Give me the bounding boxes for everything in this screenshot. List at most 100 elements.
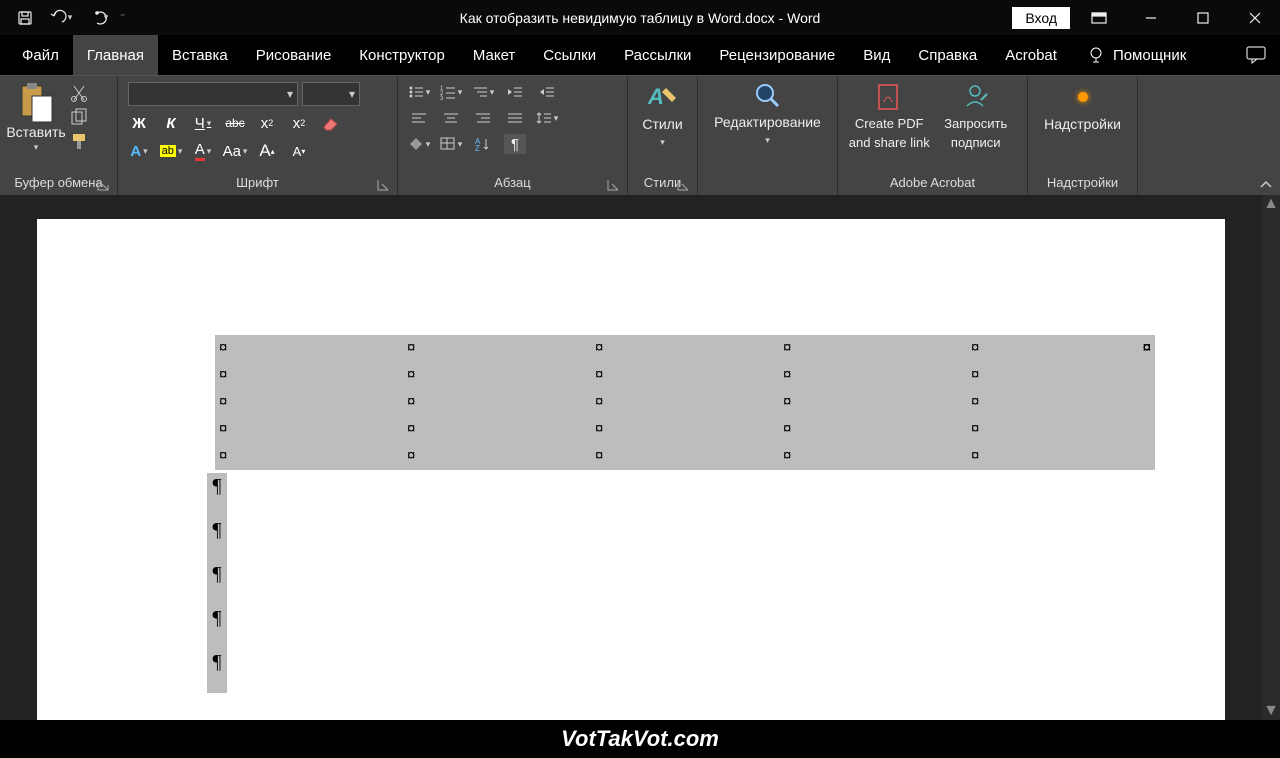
table-cell[interactable]: ¤	[967, 335, 1155, 362]
collapse-ribbon-icon[interactable]	[1258, 177, 1274, 193]
table-cell[interactable]: ¤	[215, 335, 403, 362]
show-hide-marks-button[interactable]: ¶	[504, 134, 526, 154]
tab-home[interactable]: Главная	[73, 35, 158, 75]
tab-design[interactable]: Конструктор	[345, 35, 459, 75]
align-center-button[interactable]	[440, 108, 462, 128]
table-cell[interactable]: ¤	[215, 362, 403, 389]
grow-font-button[interactable]: A▴	[256, 140, 278, 162]
change-case-button[interactable]: Aa	[224, 140, 246, 162]
tab-file[interactable]: Файл	[8, 35, 73, 75]
create-pdf-button[interactable]: Create PDF and share link	[848, 82, 931, 150]
editing-button[interactable]: Редактирование ▾	[702, 78, 833, 146]
increase-indent-button[interactable]	[536, 82, 558, 102]
tab-help[interactable]: Справка	[904, 35, 991, 75]
strikethrough-button[interactable]: abc	[224, 112, 246, 134]
paste-button[interactable]: Вставить ▾	[4, 78, 68, 153]
table-row[interactable]: ¤¤¤¤¤¤	[215, 389, 1155, 416]
request-signatures-button[interactable]: Запросить подписи	[935, 82, 1018, 150]
document-area[interactable]: ¤¤¤¤¤¤¤¤¤¤¤¤¤¤¤¤¤¤¤¤¤¤¤¤¤¤¤¤¤¤ ¶¶¶¶¶	[0, 195, 1262, 720]
dialog-launcher-icon[interactable]	[377, 179, 391, 193]
table-cell[interactable]: ¤	[779, 389, 967, 416]
align-left-button[interactable]	[408, 108, 430, 128]
tab-acrobat[interactable]: Acrobat	[991, 35, 1071, 75]
copy-icon[interactable]	[70, 108, 88, 126]
justify-button[interactable]	[504, 108, 526, 128]
bullets-button[interactable]	[408, 82, 430, 102]
sort-button[interactable]: AZ	[472, 134, 494, 154]
table-cell[interactable]: ¤	[779, 416, 967, 443]
italic-button[interactable]: К	[160, 112, 182, 134]
subscript-button[interactable]: x2	[256, 112, 278, 134]
numbering-button[interactable]: 123	[440, 82, 462, 102]
table-cell[interactable]: ¤	[591, 335, 779, 362]
table-cell[interactable]: ¤	[403, 443, 591, 470]
font-name-combo[interactable]: ▾	[128, 82, 298, 106]
maximize-button[interactable]	[1180, 3, 1226, 33]
styles-button[interactable]: A Стили ▾	[632, 78, 693, 148]
table-cell[interactable]: ¤	[591, 362, 779, 389]
dialog-launcher-icon[interactable]	[677, 179, 691, 193]
table-row[interactable]: ¤¤¤¤¤¤	[215, 335, 1155, 362]
shading-button[interactable]	[408, 134, 430, 154]
table-cell[interactable]: ¤	[779, 443, 967, 470]
table-cell[interactable]: ¤	[215, 416, 403, 443]
eraser-icon[interactable]	[320, 112, 342, 134]
table-cell[interactable]: ¤	[779, 335, 967, 362]
table-cell[interactable]: ¤	[403, 335, 591, 362]
tab-view[interactable]: Вид	[849, 35, 904, 75]
ribbon-display-options[interactable]	[1076, 3, 1122, 33]
table-row[interactable]: ¤¤¤¤¤¤	[215, 416, 1155, 443]
comments-button[interactable]	[1232, 35, 1280, 75]
format-painter-icon[interactable]	[70, 132, 88, 150]
minimize-button[interactable]	[1128, 3, 1174, 33]
table-cell[interactable]: ¤	[967, 443, 1155, 470]
table-cell[interactable]: ¤	[591, 389, 779, 416]
table-cell[interactable]: ¤	[403, 362, 591, 389]
table-row[interactable]: ¤¤¤¤¤¤	[215, 443, 1155, 470]
close-button[interactable]	[1232, 3, 1278, 33]
tell-me-search[interactable]: Помощник	[1071, 35, 1202, 75]
bold-button[interactable]: Ж	[128, 112, 150, 134]
table-cell[interactable]: ¤	[967, 416, 1155, 443]
tab-draw[interactable]: Рисование	[242, 35, 346, 75]
decrease-indent-button[interactable]	[504, 82, 526, 102]
text-effects-button[interactable]: A	[128, 140, 150, 162]
tab-mailings[interactable]: Рассылки	[610, 35, 705, 75]
multilevel-list-button[interactable]	[472, 82, 494, 102]
selected-table[interactable]: ¤¤¤¤¤¤¤¤¤¤¤¤¤¤¤¤¤¤¤¤¤¤¤¤¤¤¤¤¤¤	[215, 335, 1155, 470]
cut-icon[interactable]	[70, 84, 88, 102]
table-cell[interactable]: ¤	[591, 443, 779, 470]
superscript-button[interactable]: x2	[288, 112, 310, 134]
tab-insert[interactable]: Вставка	[158, 35, 242, 75]
table-row[interactable]: ¤¤¤¤¤¤	[215, 362, 1155, 389]
table-cell[interactable]: ¤	[215, 443, 403, 470]
font-color-button[interactable]: A	[192, 140, 214, 162]
addins-button[interactable]: Надстройки	[1032, 78, 1133, 133]
qat-customize[interactable]: ⁼	[116, 12, 129, 23]
underline-button[interactable]: Ч	[192, 112, 214, 134]
scroll-down-icon[interactable]: ▼	[1262, 702, 1280, 720]
table-cell[interactable]: ¤	[215, 389, 403, 416]
borders-button[interactable]	[440, 134, 462, 154]
highlight-button[interactable]: ab	[160, 140, 182, 162]
tab-layout[interactable]: Макет	[459, 35, 529, 75]
table-cell[interactable]: ¤	[403, 389, 591, 416]
scroll-up-icon[interactable]: ▲	[1262, 195, 1280, 213]
line-spacing-button[interactable]	[536, 108, 558, 128]
dialog-launcher-icon[interactable]	[97, 179, 111, 193]
dialog-launcher-icon[interactable]	[607, 179, 621, 193]
vertical-scrollbar[interactable]: ▲ ▼	[1262, 195, 1280, 720]
table-cell[interactable]: ¤	[591, 416, 779, 443]
shrink-font-button[interactable]: A▾	[288, 140, 310, 162]
redo-button[interactable]	[80, 3, 114, 33]
table-cell[interactable]: ¤	[779, 362, 967, 389]
font-size-combo[interactable]: ▾	[302, 82, 360, 106]
align-right-button[interactable]	[472, 108, 494, 128]
undo-button[interactable]	[44, 3, 78, 33]
table-cell[interactable]: ¤	[967, 362, 1155, 389]
save-button[interactable]	[8, 3, 42, 33]
sign-in-button[interactable]: Вход	[1012, 7, 1070, 29]
tab-references[interactable]: Ссылки	[529, 35, 610, 75]
table-cell[interactable]: ¤	[403, 416, 591, 443]
table-cell[interactable]: ¤	[967, 389, 1155, 416]
